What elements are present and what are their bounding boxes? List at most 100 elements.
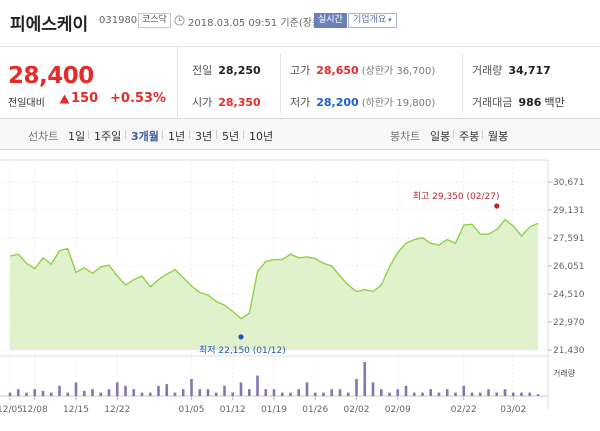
stock-code: 031980 — [99, 15, 138, 26]
low-price: 저가 28,200 (하한가 19,800) — [290, 94, 435, 110]
volume-bar — [470, 392, 474, 396]
tab-5y[interactable]: 5년 — [222, 128, 239, 144]
x-tick-label: 12/08 — [22, 405, 48, 415]
volume-bar — [107, 389, 111, 396]
volume-bar — [157, 385, 160, 396]
volume-bar — [437, 392, 441, 396]
volume-bar — [74, 382, 78, 396]
tab-3y[interactable]: 3년 — [195, 128, 212, 144]
tab-weekly[interactable]: 주봉 — [459, 128, 479, 144]
y-tick-label: 26,051 — [553, 262, 585, 272]
volume-bar — [528, 392, 532, 396]
volume-bar — [247, 389, 251, 396]
x-tick-label: 02/09 — [385, 405, 411, 415]
tab-daily[interactable]: 일봉 — [430, 128, 450, 144]
volume-bar — [272, 389, 276, 396]
high-value: 28,650 — [316, 64, 359, 77]
volume-bar — [487, 389, 490, 396]
volume-bar — [421, 392, 424, 396]
volume-bar — [8, 392, 12, 396]
volume-bar — [91, 389, 94, 396]
x-tick-label: 01/19 — [261, 405, 287, 415]
volume-bar — [478, 392, 482, 396]
volume-bar — [289, 392, 292, 396]
low-value: 28,200 — [316, 96, 359, 109]
y-tick-label: 21,430 — [553, 346, 585, 356]
volume-bar — [363, 362, 367, 396]
tab-3m[interactable]: 3개월 — [131, 128, 159, 144]
candle-chart-title: 봉차트 — [390, 130, 421, 143]
y-tick-label: 29,131 — [553, 206, 585, 216]
volume-bar — [379, 389, 383, 396]
market-badge: 코스닥 — [138, 13, 171, 28]
price-box: 28,400 전일대비 150 +0.53% — [0, 47, 178, 119]
low-marker — [238, 334, 244, 340]
volume-bar — [16, 389, 20, 396]
x-tick-label: 01/26 — [302, 405, 328, 415]
tab-separator — [189, 130, 190, 139]
high-label: 고가 — [290, 64, 311, 77]
volume-bar — [239, 382, 243, 396]
volume-bar — [346, 392, 350, 396]
volume-bar — [181, 389, 185, 396]
volume-bar — [206, 389, 210, 396]
volume-bar — [429, 389, 433, 396]
volume-bar — [33, 389, 37, 396]
timestamp: 2018.03.05 09:51 기준(장중) — [188, 18, 326, 29]
prev-close: 전일 28,250 — [192, 62, 261, 78]
volume-bar — [173, 392, 177, 396]
lower-limit: (하한가 19,800) — [361, 98, 436, 109]
volume-bar — [256, 375, 259, 396]
tab-1d[interactable]: 1일 — [68, 128, 85, 144]
y-tick-label: 24,510 — [553, 290, 585, 300]
volume-bar — [140, 392, 144, 396]
volume-bar — [445, 389, 449, 396]
open-value: 28,350 — [218, 96, 261, 109]
diff-value: 150 — [71, 91, 99, 106]
volume-bar — [371, 382, 375, 396]
volume-bar — [25, 392, 28, 396]
prev-value: 28,250 — [218, 64, 261, 77]
line-chart-title: 선차트 — [28, 130, 59, 143]
clock-icon — [174, 15, 185, 26]
volume-bar — [297, 389, 301, 396]
volume-bar — [355, 379, 358, 396]
open-label: 시가 — [192, 96, 213, 109]
volume-bar — [41, 390, 45, 396]
company-overview-button[interactable]: 기업개요 ▾ — [348, 13, 397, 28]
x-tick-label: 02/02 — [344, 405, 370, 415]
volume-bar — [223, 385, 226, 396]
low-annotation: 최저 22,150 (01/12) — [199, 345, 286, 356]
volume-bar — [124, 385, 127, 396]
volume-bar — [231, 392, 235, 396]
volume-bar — [404, 385, 408, 396]
volume-bar — [520, 392, 523, 396]
chart-tab-bar: 선차트 1일 1주일 3개월 1년 3년 5년 10년 봉차트 일봉 주봉 월봉 — [0, 119, 600, 150]
tab-1w[interactable]: 1주일 — [94, 128, 121, 144]
volume-bar — [322, 392, 325, 396]
realtime-badge: 실시간 — [314, 13, 347, 28]
volume-bar — [132, 389, 136, 396]
tab-monthly[interactable]: 월봉 — [488, 128, 508, 144]
quote-panel: 28,400 전일대비 150 +0.53% 전일 28,250 시가 28,350… — [0, 47, 600, 119]
volume-bar — [49, 392, 53, 396]
tab-1y[interactable]: 1년 — [168, 128, 185, 144]
stock-header: 피에스케이 031980 코스닥 2018.03.05 09:51 기준(장중)… — [0, 0, 600, 47]
tab-separator — [125, 130, 126, 139]
amount-unit: 백만 — [544, 96, 565, 109]
diff-rate: +0.53% — [110, 91, 166, 106]
x-tick-label: 02/22 — [451, 405, 477, 415]
y-tick-label: 30,671 — [553, 178, 585, 188]
volume-bar — [115, 382, 119, 396]
x-tick-label: 12/15 — [63, 405, 89, 415]
open-price: 시가 28,350 — [192, 94, 261, 110]
low-label: 저가 — [290, 96, 311, 109]
tab-10y[interactable]: 10년 — [249, 128, 273, 144]
amount-value: 986 — [518, 96, 542, 109]
volume-value: 34,717 — [508, 64, 551, 77]
volume-bar — [313, 392, 317, 396]
price-chart[interactable]: 30,671 29,131 27,591 26,051 24,510 22,970 21,4… — [0, 150, 600, 431]
y-tick-label: 22,970 — [553, 318, 585, 328]
prev-label: 전일 — [192, 64, 213, 77]
tab-separator — [482, 130, 483, 139]
